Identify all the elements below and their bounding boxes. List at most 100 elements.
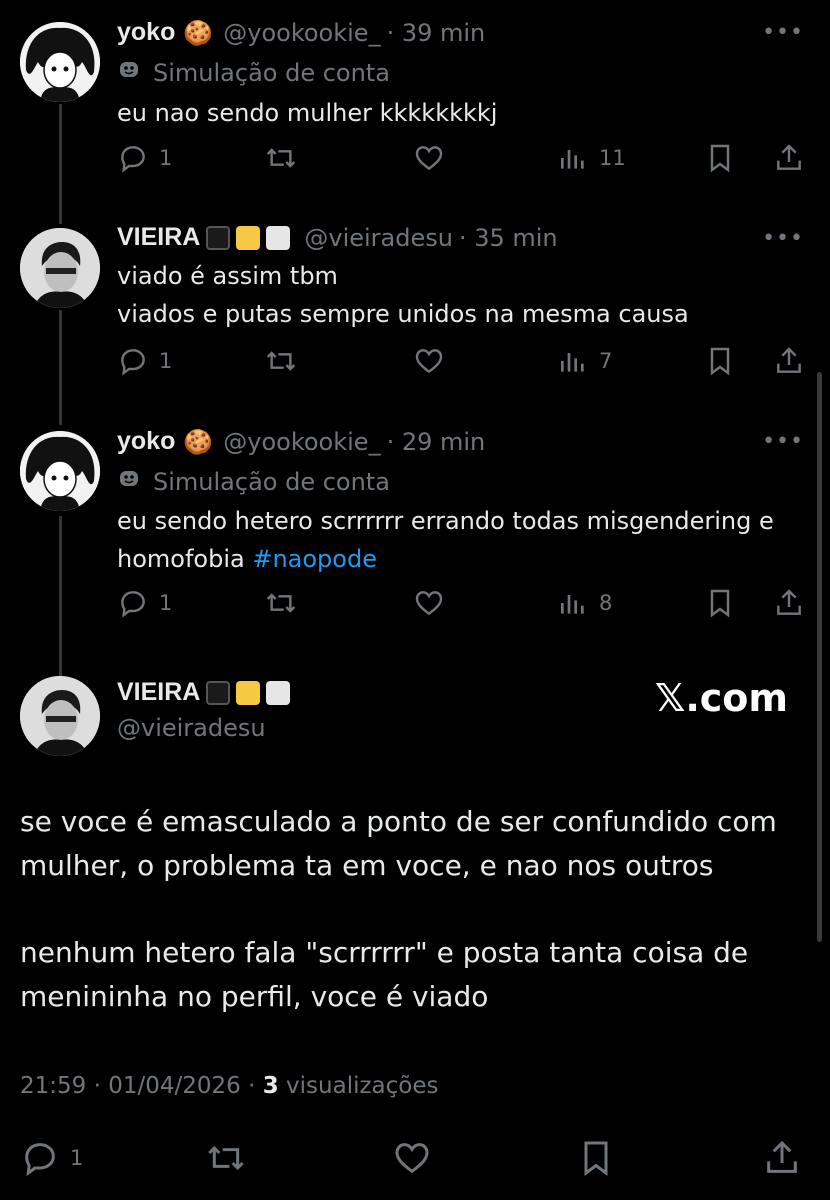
- tweet-time[interactable]: · 29 min: [387, 428, 486, 456]
- scrollbar[interactable]: [817, 372, 822, 942]
- avatar[interactable]: [20, 431, 100, 511]
- parody-label-text: Simulação de conta: [153, 468, 390, 496]
- heart-icon: [415, 146, 443, 171]
- views-label: visualizações: [278, 1073, 439, 1099]
- repost-button[interactable]: [265, 587, 297, 619]
- tweet-time[interactable]: · 35 min: [459, 224, 558, 252]
- thread-line: [59, 516, 62, 676]
- views-button[interactable]: 7: [557, 345, 612, 377]
- tweet-text-fragment: homofobia: [117, 545, 253, 573]
- repost-icon: [266, 148, 296, 168]
- tweet-actions: 1 8: [117, 587, 807, 623]
- reply-button[interactable]: 1: [117, 142, 172, 174]
- tweet-text-line: eu nao sendo mulher kkkkkkkkj: [117, 99, 498, 127]
- views-button[interactable]: 11: [557, 142, 626, 174]
- bookmark-icon: [584, 1141, 608, 1176]
- like-button[interactable]: [392, 1138, 432, 1178]
- user-handle[interactable]: @yookookie_: [223, 19, 380, 47]
- tweet-text: eu sendo hetero scrrrrrr errando todas m…: [117, 502, 774, 578]
- tweet-text-paragraph: nenhum hetero fala "scrrrrrr" e posta ta…: [20, 931, 748, 1019]
- hashtag-link[interactable]: #naopode: [252, 545, 377, 573]
- white-square-emoji: [266, 680, 291, 705]
- tweet-text-line: nenhum hetero fala "scrrrrrr" e posta ta…: [20, 936, 749, 969]
- share-button[interactable]: [773, 345, 805, 377]
- display-name[interactable]: yoko: [117, 18, 175, 47]
- analytics-icon: [561, 595, 584, 614]
- avatar[interactable]: [20, 676, 100, 756]
- repost-icon: [208, 1145, 244, 1171]
- repost-button[interactable]: [206, 1138, 246, 1178]
- display-name[interactable]: yoko: [117, 427, 175, 456]
- more-dots-icon[interactable]: •••: [762, 20, 804, 45]
- heart-icon: [415, 591, 443, 616]
- main-tweet-actions: 1: [20, 1138, 810, 1177]
- user-handle[interactable]: @vieiradesu: [304, 224, 453, 252]
- repost-button[interactable]: [265, 142, 297, 174]
- tweet-actions: 1 7: [117, 345, 807, 381]
- like-button[interactable]: [413, 142, 445, 174]
- share-icon: [777, 347, 801, 373]
- reply-icon: [121, 349, 145, 376]
- reply-count: 1: [70, 1146, 84, 1170]
- avatar[interactable]: [20, 228, 100, 308]
- tweet-header: VIEIRA @vieiradesu · 35 min: [117, 223, 558, 252]
- share-icon: [777, 144, 801, 170]
- tweet-text: viado é assim tbm viados e putas sempre …: [117, 257, 689, 333]
- avatar[interactable]: [20, 22, 100, 102]
- tweet-meta: 21:59 · 01/04/2026 · 3 visualizações: [20, 1073, 439, 1099]
- bookmark-button[interactable]: [704, 142, 736, 174]
- more-dots-icon[interactable]: •••: [762, 429, 804, 454]
- tweet-actions: 1 11: [117, 142, 807, 178]
- thread-line: [59, 310, 62, 425]
- heart-icon: [395, 1143, 429, 1174]
- parody-label: Simulação de conta: [117, 467, 390, 497]
- reply-icon: [121, 146, 145, 173]
- parody-label-text: Simulação de conta: [153, 59, 390, 87]
- bookmark-button[interactable]: [704, 587, 736, 619]
- more-dots-icon[interactable]: •••: [762, 226, 804, 251]
- yellow-square-emoji: [236, 680, 261, 705]
- tweet-text-paragraph: se voce é emasculado a ponto de ser conf…: [20, 800, 777, 888]
- display-name[interactable]: VIEIRA: [117, 223, 200, 252]
- like-button[interactable]: [413, 587, 445, 619]
- share-icon: [777, 589, 801, 615]
- tweet-time[interactable]: · 39 min: [387, 19, 486, 47]
- main-author: VIEIRA: [117, 678, 291, 707]
- tweet-text-line: se voce é emasculado a ponto de ser conf…: [20, 805, 777, 838]
- cookie-emoji: 🍪: [183, 18, 214, 47]
- reply-icon: [121, 591, 145, 618]
- views-button[interactable]: 8: [557, 587, 612, 619]
- bookmark-icon: [710, 347, 730, 376]
- user-handle[interactable]: @vieiradesu: [117, 714, 266, 742]
- reply-count: 1: [159, 591, 173, 615]
- display-name[interactable]: VIEIRA: [117, 678, 200, 707]
- bookmark-button[interactable]: [576, 1138, 616, 1178]
- reply-button[interactable]: 1: [117, 587, 172, 619]
- like-button[interactable]: [413, 345, 445, 377]
- reply-button[interactable]: 1: [20, 1138, 83, 1178]
- theater-mask-icon: [117, 467, 141, 497]
- view-count: 11: [599, 146, 626, 170]
- heart-icon: [415, 349, 443, 374]
- share-button[interactable]: [762, 1138, 802, 1178]
- tweet-text-line: viado é assim tbm: [117, 262, 338, 290]
- reply-button[interactable]: 1: [117, 345, 172, 377]
- black-square-emoji: [206, 225, 231, 250]
- tweet-text-line: eu sendo hetero scrrrrrr errando todas m…: [117, 507, 774, 535]
- view-count: 8: [599, 591, 613, 615]
- reply-icon: [25, 1143, 55, 1177]
- thread-line: [59, 104, 62, 224]
- tweet-timestamp[interactable]: 21:59 · 01/04/2026 ·: [20, 1073, 263, 1099]
- share-button[interactable]: [773, 142, 805, 174]
- user-handle[interactable]: @yookookie_: [223, 428, 380, 456]
- repost-icon: [266, 351, 296, 371]
- analytics-icon: [561, 353, 584, 372]
- tweet-text: eu nao sendo mulher kkkkkkkkj: [117, 94, 497, 132]
- bookmark-button[interactable]: [704, 345, 736, 377]
- tweet-text-line: menininha no perfil, voce é viado: [20, 980, 489, 1013]
- tweet-text-line: homofobia #naopode: [117, 540, 774, 578]
- analytics-icon: [561, 150, 584, 169]
- repost-button[interactable]: [265, 345, 297, 377]
- share-button[interactable]: [773, 587, 805, 619]
- tweet-text-line: viados e putas sempre unidos na mesma ca…: [117, 300, 689, 328]
